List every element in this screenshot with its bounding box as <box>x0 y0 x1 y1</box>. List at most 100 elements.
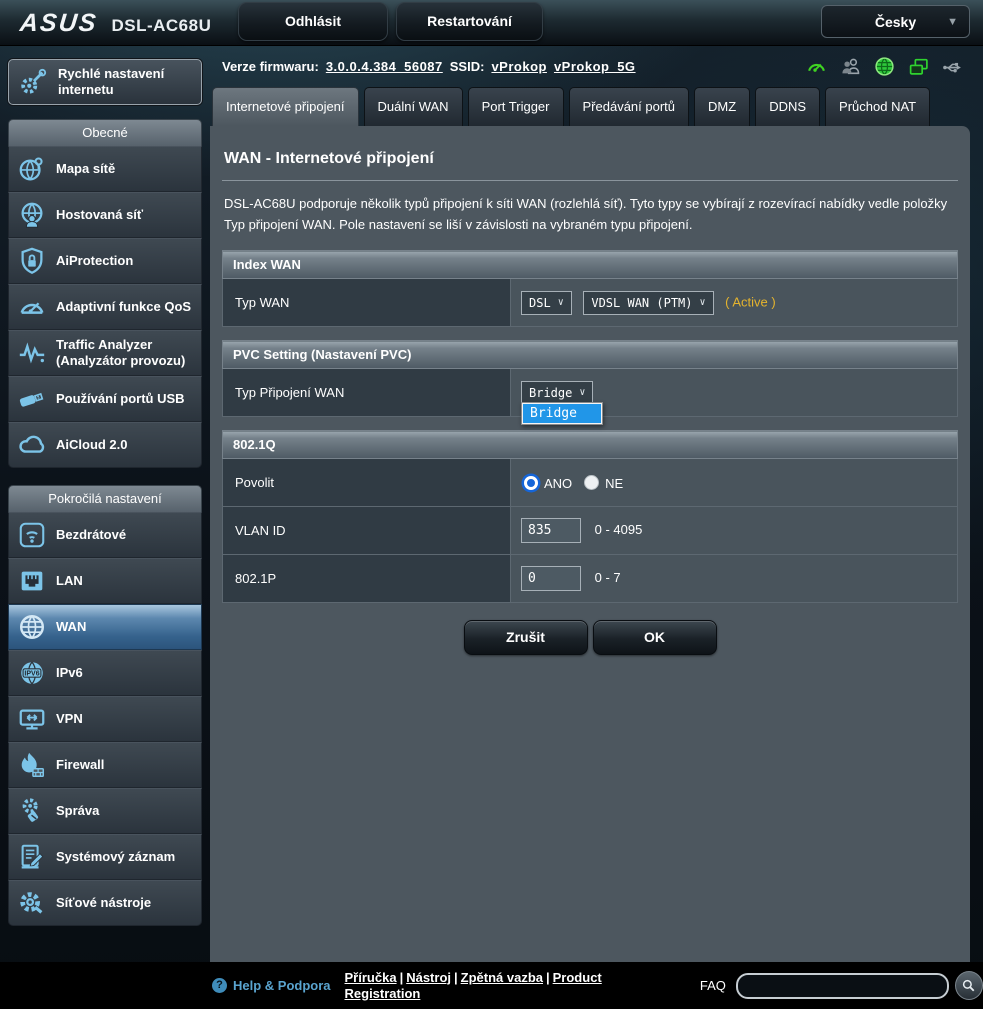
top-banner: ASUS DSL-AC68U Odhlásit Restartování Čes… <box>0 0 983 46</box>
feedback-link[interactable]: Zpětná vazba <box>461 970 543 985</box>
sidebar-item-label: VPN <box>56 711 83 727</box>
sidebar-item-ipv6[interactable]: IPV6 IPv6 <box>8 650 202 696</box>
lan-port-icon <box>15 564 49 598</box>
sidebar: Rychlé nastavení internetu Obecné Mapa s… <box>0 46 210 962</box>
sidebar-item-label: Firewall <box>56 757 104 773</box>
tab-nat-passthrough[interactable]: Průchod NAT <box>825 87 930 126</box>
internet-status-icon[interactable] <box>874 56 895 77</box>
manual-link[interactable]: Příručka <box>345 970 397 985</box>
sidebar-item-guest-network[interactable]: Hostovaná síť <box>8 192 202 238</box>
sidebar-section-advanced: Pokročilá nastavení <box>8 485 202 512</box>
logout-button[interactable]: Odhlásit <box>238 2 388 41</box>
faq-search-input[interactable] <box>736 973 949 999</box>
wan-type-row-value: DSL ∨ VDSL WAN (PTM) ∨ ( Active ) <box>511 279 958 327</box>
sidebar-item-network-tools[interactable]: Síťové nástroje <box>8 880 202 926</box>
qos-status-icon[interactable] <box>806 56 827 77</box>
sidebar-item-administration[interactable]: Správa <box>8 788 202 834</box>
ok-button[interactable]: OK <box>593 620 717 655</box>
wan-mode-select-value: VDSL WAN (PTM) <box>591 296 692 310</box>
tab-port-trigger[interactable]: Port Trigger <box>468 87 564 126</box>
8021p-input[interactable] <box>521 566 581 591</box>
page-title: WAN - Internetové připojení <box>224 150 956 168</box>
active-status-note: ( Active ) <box>725 294 776 309</box>
shield-lock-icon <box>15 244 49 278</box>
sidebar-item-label: Adaptivní funkce QoS <box>56 299 191 315</box>
radio-enable-yes[interactable] <box>524 476 538 490</box>
tab-internet-connection[interactable]: Internetové připojení <box>212 87 359 126</box>
section-header-index-wan: Index WAN <box>223 251 958 279</box>
asus-logo[interactable]: ASUS DSL-AC68U <box>20 9 211 38</box>
sidebar-section-general: Obecné <box>8 119 202 146</box>
enable-row-label: Povolit <box>223 459 511 507</box>
sidebar-item-label: IPv6 <box>56 665 83 681</box>
model-name: DSL-AC68U <box>111 16 211 36</box>
cancel-button[interactable]: Zrušit <box>464 620 588 655</box>
tab-port-forwarding[interactable]: Předávání portů <box>569 87 690 126</box>
sidebar-item-usb-application[interactable]: Používání portů USB <box>8 376 202 422</box>
wan-mode-select[interactable]: VDSL WAN (PTM) ∨ <box>583 291 713 315</box>
sidebar-item-label: AiProtection <box>56 253 133 269</box>
link-separator: | <box>454 970 458 985</box>
sidebar-item-network-map[interactable]: Mapa sítě <box>8 146 202 192</box>
status-icons <box>806 56 963 77</box>
firmware-version-link[interactable]: 3.0.0.4.384_56087 <box>326 59 443 74</box>
ssid-link-5g[interactable]: vProkop_5G <box>554 59 636 74</box>
sidebar-item-label: Traffic Analyzer (Analyzátor provozu) <box>56 337 195 369</box>
help-icon: ? <box>212 978 227 993</box>
help-support-link[interactable]: ? Help & Podpora <box>212 978 331 993</box>
wireless-icon <box>15 518 49 552</box>
dropdown-option-bridge[interactable]: Bridge <box>523 404 601 423</box>
sidebar-item-quick-internet-setup[interactable]: Rychlé nastavení internetu <box>8 59 202 105</box>
reboot-button[interactable]: Restartování <box>396 2 543 41</box>
dot1q-table: 802.1Q Povolit ANONE VLAN ID 0 - 4095 <box>222 430 958 603</box>
page-description: DSL-AC68U podporuje několik typů připoje… <box>224 193 956 235</box>
clients-status-icon[interactable] <box>840 56 861 77</box>
sidebar-item-aiprotection[interactable]: AiProtection <box>8 238 202 284</box>
sidebar-item-lan[interactable]: LAN <box>8 558 202 604</box>
utility-link[interactable]: Nástroj <box>406 970 451 985</box>
vlan-id-input[interactable] <box>521 518 581 543</box>
sidebar-item-label: WAN <box>56 619 86 635</box>
media-bridge-status-icon[interactable] <box>908 56 929 77</box>
sidebar-item-wan[interactable]: WAN <box>8 604 202 650</box>
radio-enable-no[interactable] <box>584 475 599 490</box>
brand-text: ASUS <box>18 9 99 38</box>
chevron-down-icon: ∨ <box>558 297 564 308</box>
ipv6-icon: IPV6 <box>15 656 49 690</box>
sidebar-item-label: AiCloud 2.0 <box>56 437 128 453</box>
section-header-8021q: 802.1Q <box>223 431 958 459</box>
radio-yes-label: ANO <box>544 476 572 491</box>
sidebar-item-adaptive-qos[interactable]: Adaptivní funkce QoS <box>8 284 202 330</box>
network-tools-icon <box>15 886 49 920</box>
table-row: 802.1P 0 - 7 <box>223 555 958 603</box>
footer: ? Help & Podpora Příručka|Nástroj|Zpětná… <box>0 962 983 1009</box>
usb-status-icon[interactable] <box>942 56 963 77</box>
sidebar-item-label: Správa <box>56 803 99 819</box>
sidebar-item-wireless[interactable]: Bezdrátové <box>8 512 202 558</box>
sidebar-item-system-log[interactable]: Systémový záznam <box>8 834 202 880</box>
sidebar-item-firewall[interactable]: Firewall <box>8 742 202 788</box>
system-log-icon <box>15 840 49 874</box>
table-row: VLAN ID 0 - 4095 <box>223 507 958 555</box>
sidebar-group-general: Obecné Mapa sítě Hostovaná síť <box>8 119 202 468</box>
wan-connection-type-value: Bridge <box>529 386 572 400</box>
ssid-link-24g[interactable]: vProkop <box>491 59 547 74</box>
sidebar-item-aicloud[interactable]: AiCloud 2.0 <box>8 422 202 468</box>
wan-type-select[interactable]: DSL ∨ <box>521 291 572 315</box>
footer-links: Příručka|Nástroj|Zpětná vazba|Product Re… <box>345 970 634 1002</box>
svg-text:IPV6: IPV6 <box>24 671 39 678</box>
tab-ddns[interactable]: DDNS <box>755 87 820 126</box>
wan-connection-type-select[interactable]: Bridge ∨ <box>521 381 593 405</box>
tab-dual-wan[interactable]: Duální WAN <box>364 87 463 126</box>
sidebar-item-traffic-analyzer[interactable]: Traffic Analyzer (Analyzátor provozu) <box>8 330 202 376</box>
faq-search-button[interactable] <box>955 971 983 1000</box>
enable-row-value: ANONE <box>511 459 958 507</box>
qos-gauge-icon <box>15 290 49 324</box>
search-icon <box>961 978 976 993</box>
sidebar-group-advanced: Pokročilá nastavení Bezdrátové LAN <box>8 485 202 926</box>
tab-dmz[interactable]: DMZ <box>694 87 750 126</box>
sidebar-item-vpn[interactable]: VPN <box>8 696 202 742</box>
chevron-down-icon: ∨ <box>700 297 706 308</box>
wan-type-select-value: DSL <box>529 296 551 310</box>
language-selector[interactable]: Česky ▼ <box>821 5 970 38</box>
